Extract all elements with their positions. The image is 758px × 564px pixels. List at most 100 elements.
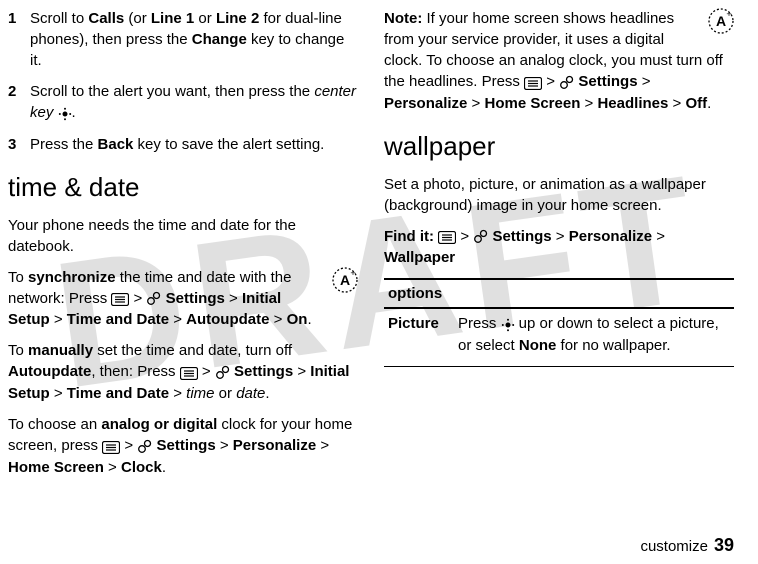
menu-key-icon xyxy=(524,72,542,93)
gt: > xyxy=(293,363,310,380)
gt: > xyxy=(50,385,67,402)
text: Scroll to the alert you want, then press… xyxy=(30,83,314,100)
label-home-screen: Home Screen xyxy=(8,459,104,476)
text: . xyxy=(307,311,311,328)
gear-icon xyxy=(473,226,488,247)
gt: > xyxy=(120,437,137,454)
gear-icon xyxy=(137,436,152,457)
text: . xyxy=(72,104,76,121)
label-settings: Settings xyxy=(157,437,216,454)
label-off: Off xyxy=(685,95,707,112)
page-number: 39 xyxy=(714,535,734,555)
gt: > xyxy=(542,73,559,90)
gt: > xyxy=(129,290,146,307)
italic-date: date xyxy=(236,385,265,402)
gt: > xyxy=(216,437,233,454)
label-personalize: Personalize xyxy=(384,95,467,112)
gt: > xyxy=(638,73,651,90)
time-date-intro: Your phone needs the time and date for t… xyxy=(8,215,358,257)
synchronize-para: A+ To synchronize the time and date with… xyxy=(8,267,358,331)
text: for no wallpaper. xyxy=(556,337,670,354)
section-name: customize xyxy=(640,538,708,555)
find-it-para: Find it: > Settings > Personalize > Wall… xyxy=(384,226,734,269)
gt: > xyxy=(198,363,215,380)
svg-text:A: A xyxy=(716,13,726,29)
label-personalize: Personalize xyxy=(569,228,652,245)
step-body: Scroll to Calls (or Line 1 or Line 2 for… xyxy=(30,8,358,71)
center-key-icon xyxy=(58,103,72,124)
options-header: options xyxy=(384,280,734,309)
manual-para: To manually set the time and date, turn … xyxy=(8,340,358,404)
step-number: 2 xyxy=(8,81,30,124)
find-it-label: Find it: xyxy=(384,228,438,245)
step-2: 2 Scroll to the alert you want, then pre… xyxy=(8,81,358,124)
heading-time-date: time & date xyxy=(8,169,358,205)
wallpaper-intro: Set a photo, picture, or animation as a … xyxy=(384,174,734,216)
menu-key-icon xyxy=(111,288,129,309)
label-none: None xyxy=(519,337,557,354)
label-back: Back xyxy=(98,136,134,153)
bold-manually: manually xyxy=(28,342,93,359)
text: Scroll to xyxy=(30,10,88,27)
bold-analog-digital: analog or digital xyxy=(101,416,217,433)
label-headlines: Headlines xyxy=(597,95,668,112)
label-autoupdate: Autoupdate xyxy=(8,363,91,380)
label-clock: Clock xyxy=(121,459,162,476)
text: . xyxy=(265,385,269,402)
step-3: 3 Press the Back key to save the alert s… xyxy=(8,134,358,155)
options-row: Picture Press up or down to select a pic… xyxy=(384,309,734,366)
text: To xyxy=(8,269,28,286)
page-content: 1 Scroll to Calls (or Line 1 or Line 2 f… xyxy=(0,0,758,524)
step-1: 1 Scroll to Calls (or Line 1 or Line 2 f… xyxy=(8,8,358,71)
gt: > xyxy=(668,95,685,112)
text: To xyxy=(8,342,28,359)
text: To choose an xyxy=(8,416,101,433)
gear-icon xyxy=(146,288,161,309)
step-body: Press the Back key to save the alert set… xyxy=(30,134,358,155)
label-home-screen: Home Screen xyxy=(484,95,580,112)
label-settings: Settings xyxy=(166,290,225,307)
label-wallpaper: Wallpaper xyxy=(384,249,455,266)
menu-key-icon xyxy=(180,362,198,383)
text: (or xyxy=(124,10,151,27)
center-key-icon xyxy=(501,314,515,335)
text: or xyxy=(215,385,237,402)
gt: > xyxy=(104,459,121,476)
gt: > xyxy=(552,228,569,245)
gt: > xyxy=(652,228,665,245)
menu-key-icon xyxy=(102,436,120,457)
text: . xyxy=(707,95,711,112)
text: set the time and date, turn off xyxy=(93,342,292,359)
label-personalize: Personalize xyxy=(233,437,316,454)
heading-wallpaper: wallpaper xyxy=(384,128,734,164)
note-para: A+ Note: If your home screen shows headl… xyxy=(384,8,734,114)
text: Press xyxy=(458,315,501,332)
label-settings: Settings xyxy=(492,228,551,245)
label-line2: Line 2 xyxy=(216,10,259,27)
gt: > xyxy=(580,95,597,112)
gear-icon xyxy=(559,72,574,93)
text: . xyxy=(162,459,166,476)
label-calls: Calls xyxy=(88,10,124,27)
a-plus-icon: A+ xyxy=(332,267,358,296)
gt: > xyxy=(316,437,329,454)
label-autoupdate: Autoupdate xyxy=(186,311,269,328)
options-table: options Picture Press up or down to sele… xyxy=(384,278,734,367)
text: Press the xyxy=(30,136,98,153)
right-column: A+ Note: If your home screen shows headl… xyxy=(378,8,734,516)
step-number: 3 xyxy=(8,134,30,155)
label-line1: Line 1 xyxy=(151,10,194,27)
a-plus-icon: A+ xyxy=(708,8,734,37)
label-time-and-date: Time and Date xyxy=(67,385,169,402)
italic-time: time xyxy=(186,385,214,402)
text: or xyxy=(194,10,216,27)
label-settings: Settings xyxy=(234,363,293,380)
clock-para: To choose an analog or digital clock for… xyxy=(8,414,358,478)
gt: > xyxy=(269,311,286,328)
label-settings: Settings xyxy=(578,73,637,90)
label-on: On xyxy=(287,311,308,328)
label-time-and-date: Time and Date xyxy=(67,311,169,328)
gt: > xyxy=(50,311,67,328)
gt: > xyxy=(456,228,473,245)
gear-icon xyxy=(215,362,230,383)
